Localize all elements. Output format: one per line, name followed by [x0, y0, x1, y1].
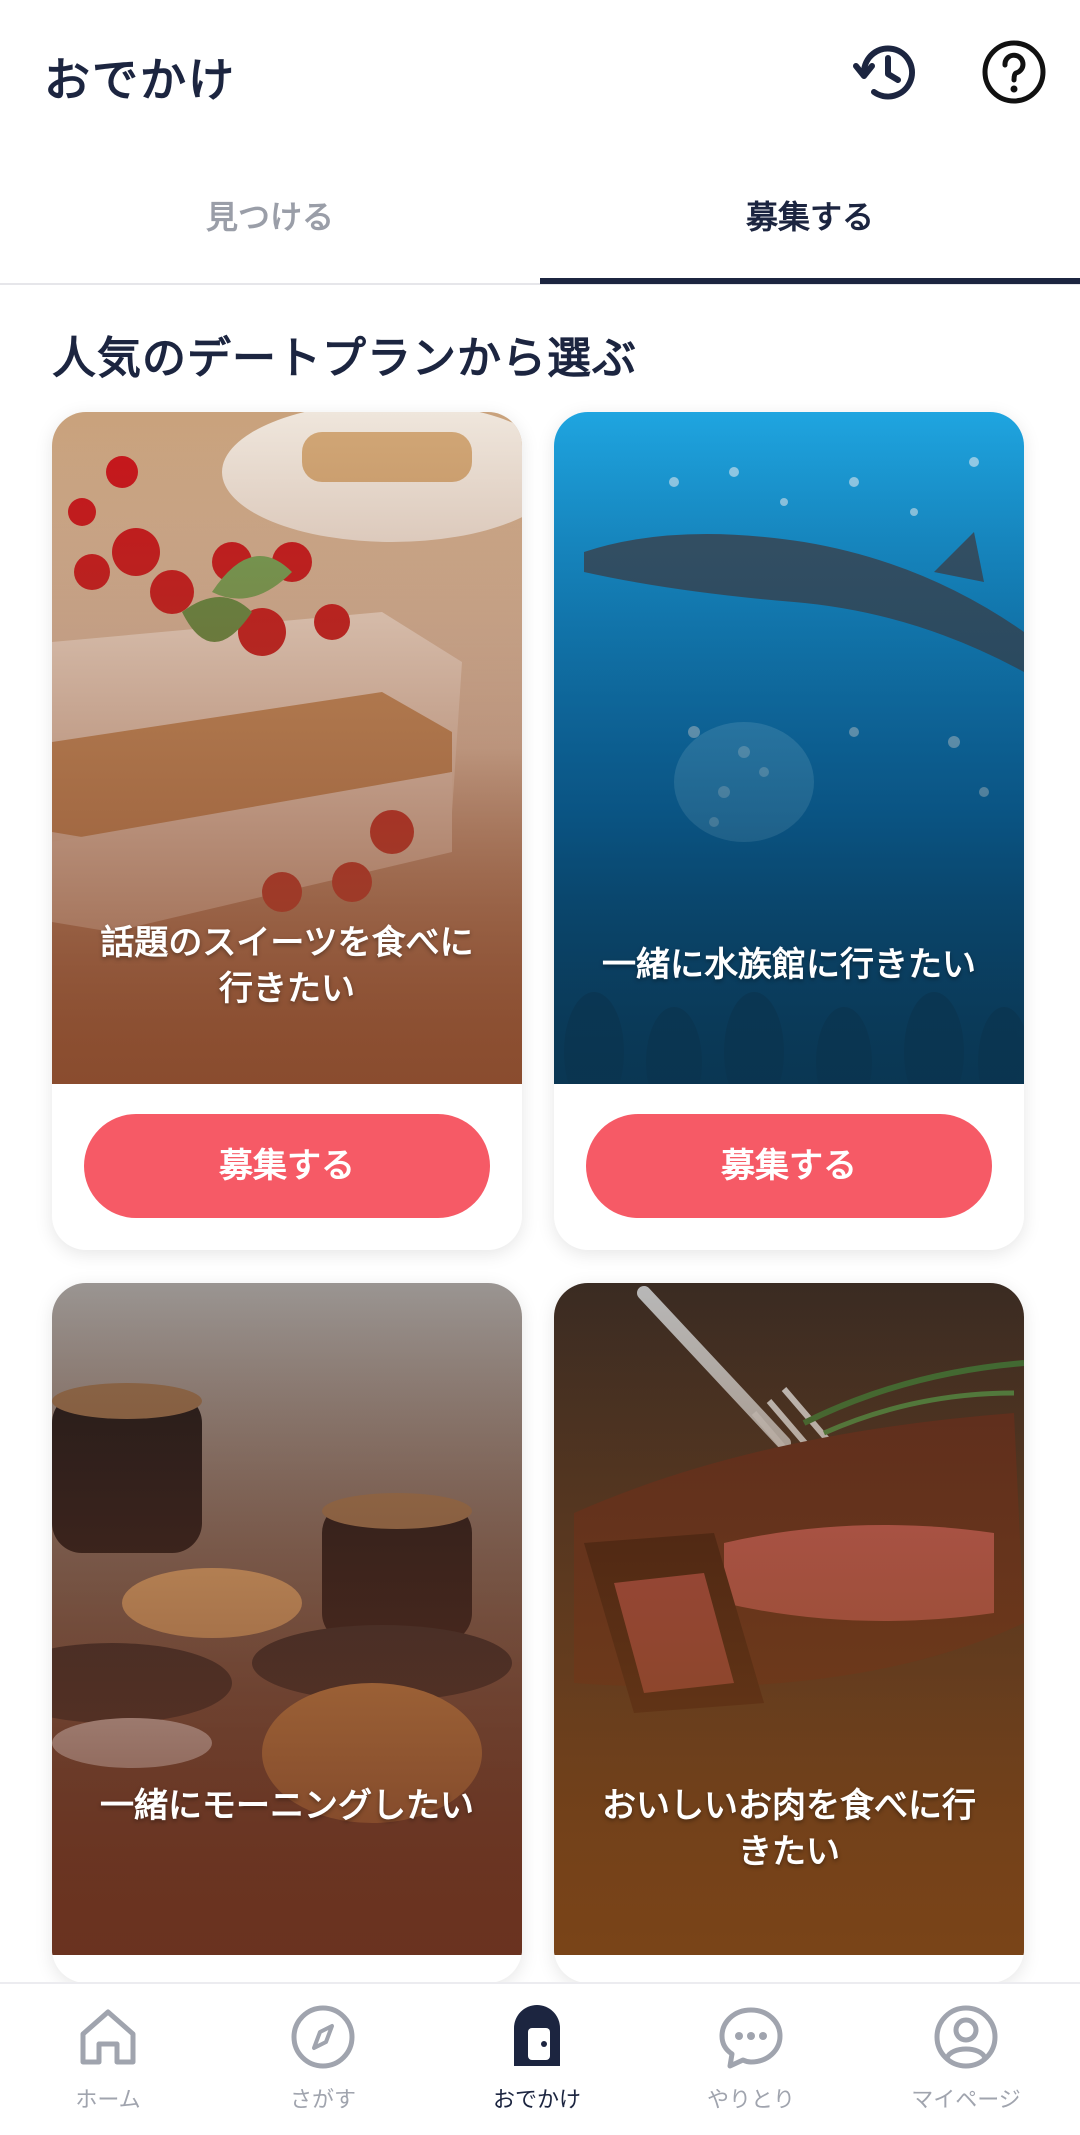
door-icon: [514, 2005, 560, 2066]
compass-icon: [291, 2005, 355, 2069]
tab-bar: 見つける 募集する: [0, 170, 1080, 285]
tab-recruit[interactable]: 募集する: [540, 192, 1080, 238]
date-plan-card-aquarium[interactable]: 一緒に水族館に行きたい 募集する: [554, 412, 1024, 1250]
nav-label: さがす: [289, 2088, 356, 2113]
chat-icon: [719, 2007, 783, 2069]
nav-label: ホーム: [75, 2088, 141, 2113]
nav-item-messages[interactable]: やりとり: [671, 2002, 831, 2114]
user-icon: [934, 2005, 998, 2069]
active-tab-indicator: [540, 278, 1080, 284]
date-plan-card-meat[interactable]: おいしいお肉を食べに行 きたい: [554, 1283, 1024, 1983]
nav-label: やりとり: [706, 2088, 795, 2113]
date-plan-card-sweets[interactable]: 話題のスイーツを食べに 行きたい 募集する: [52, 412, 522, 1250]
nav-item-search[interactable]: さがす: [243, 2002, 403, 2114]
date-plan-card-morning[interactable]: 一緒にモーニングしたい: [52, 1283, 522, 1983]
recruit-button[interactable]: 募集する: [586, 1114, 992, 1218]
bottom-navigation: ホーム さがす おでかけ やりとり マイページ: [0, 1982, 1080, 2135]
nav-item-home[interactable]: ホーム: [28, 2002, 188, 2114]
app-header: おでかけ: [0, 0, 1080, 150]
nav-label: おでかけ: [492, 2088, 581, 2113]
tab-find[interactable]: 見つける: [0, 192, 540, 238]
coffee-photo: [52, 1283, 522, 1955]
home-icon: [80, 2009, 136, 2065]
section-title: 人気のデートプランから選ぶ: [52, 333, 637, 384]
card-caption: 一緒にモーニングしたい: [100, 1786, 474, 1826]
nav-item-odekake[interactable]: おでかけ: [457, 2002, 617, 2114]
recruit-button[interactable]: 募集する: [84, 1114, 490, 1218]
card-caption: 一緒に水族館に行きたい: [602, 945, 976, 985]
history-icon[interactable]: [850, 36, 922, 108]
card-caption: 話題のスイーツを食べに 行きたい: [100, 923, 474, 1009]
help-icon[interactable]: [978, 36, 1050, 108]
page-title: おでかけ: [44, 53, 236, 107]
nav-label: マイページ: [911, 2088, 1021, 2113]
card-caption: おいしいお肉を食べに行 きたい: [602, 1786, 976, 1872]
nav-item-mypage[interactable]: マイページ: [886, 2002, 1046, 2114]
